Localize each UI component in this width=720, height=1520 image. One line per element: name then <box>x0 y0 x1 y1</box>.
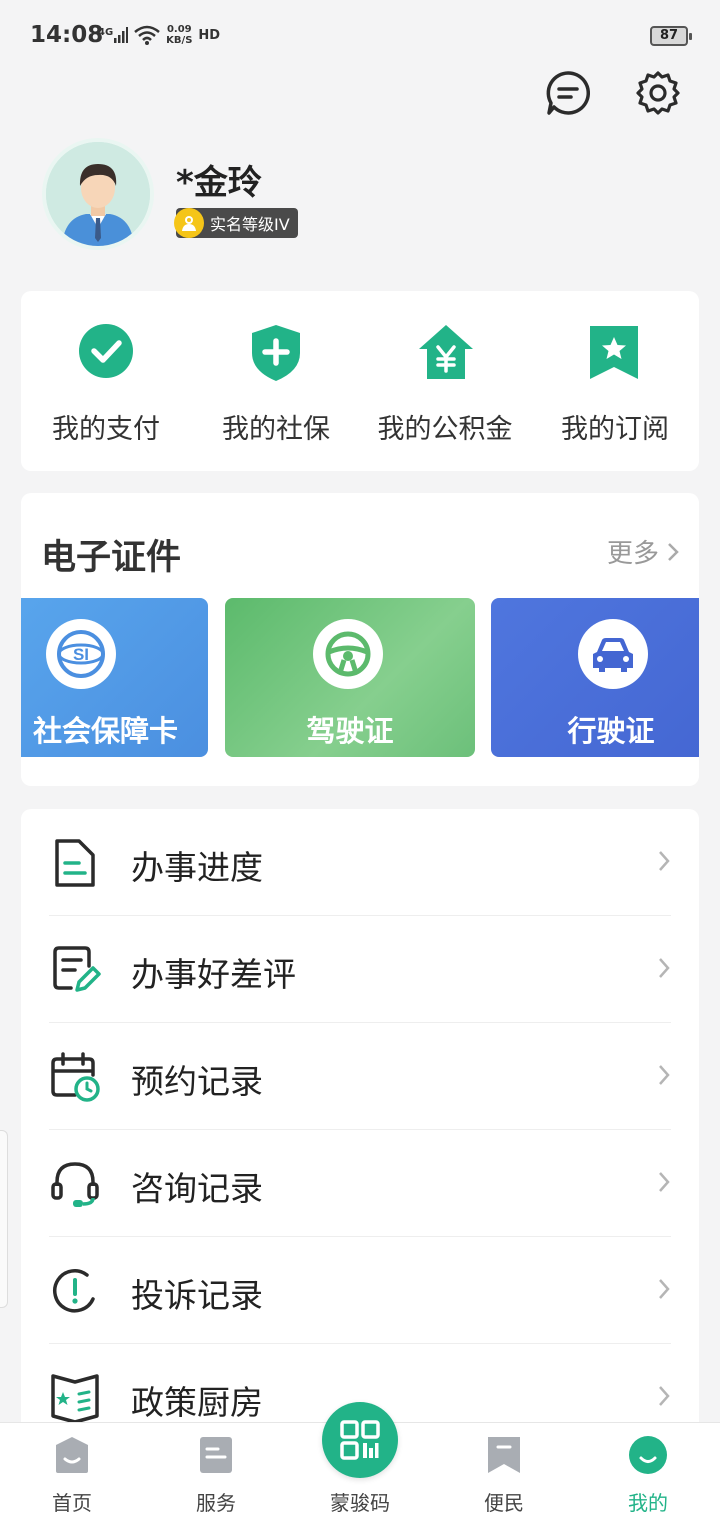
nav-label: 首页 <box>52 1491 92 1515</box>
status-icons: 4G 0.09 KB/S HD <box>98 24 220 46</box>
menu-item-label: 预约记录 <box>131 1062 263 1101</box>
menu-item-review[interactable]: 办事好差评 <box>21 916 699 1023</box>
menu-item-label: 办事好差评 <box>131 955 296 994</box>
quick-link-label: 我的支付 <box>52 414 160 445</box>
chevron-right-icon <box>668 542 679 561</box>
menu-item-appointments[interactable]: 预约记录 <box>21 1023 699 1130</box>
more-label: 更多 <box>606 539 659 569</box>
wifi-icon <box>134 25 160 45</box>
certificate-driver-license[interactable]: 驾驶证 <box>225 598 475 757</box>
battery-icon: 87 <box>650 26 692 46</box>
side-drawer-handle[interactable] <box>0 1130 8 1308</box>
certificate-social-security-card[interactable]: SI 社会保障卡 <box>21 598 208 757</box>
avatar-person-icon <box>46 142 150 246</box>
menu-item-progress[interactable]: 办事进度 <box>21 809 699 916</box>
bookmark-star-icon <box>590 326 638 379</box>
qr-code-icon <box>340 1420 380 1460</box>
services-menu-card: 办事进度 办事好差评 预约记录 咨询记录 投诉记录 政策厨房 <box>21 809 699 1449</box>
certificate-label: 社会保障卡 <box>32 714 178 748</box>
chevron-right-icon <box>659 1386 670 1406</box>
message-icon[interactable] <box>545 70 591 116</box>
shield-plus-icon <box>252 325 300 381</box>
quick-links-card: 我的支付 我的社保 我的公积金 我的订阅 <box>21 291 699 471</box>
menu-item-complaints[interactable]: 投诉记录 <box>21 1237 699 1344</box>
chevron-right-icon <box>659 1065 670 1085</box>
settings-icon[interactable] <box>635 70 681 116</box>
qr-code-button[interactable] <box>322 1402 398 1478</box>
nav-mine[interactable]: 我的 <box>576 1423 720 1520</box>
policy-book-icon <box>51 1374 99 1424</box>
headset-icon <box>51 1162 99 1207</box>
check-circle-icon <box>79 324 133 378</box>
quick-link-social-insurance[interactable]: 我的社保 <box>191 291 361 471</box>
nav-services[interactable]: 服务 <box>144 1423 288 1520</box>
document-icon <box>55 839 95 887</box>
menu-item-label: 投诉记录 <box>131 1276 263 1315</box>
service-icon <box>200 1437 232 1473</box>
nav-home[interactable]: 首页 <box>0 1423 144 1520</box>
steering-wheel-icon <box>313 619 383 689</box>
chevron-right-icon <box>659 958 670 978</box>
car-icon <box>578 619 648 689</box>
verified-user-icon <box>174 208 204 238</box>
quick-link-housing-fund[interactable]: 我的公积金 <box>360 291 530 471</box>
home-icon <box>56 1437 88 1473</box>
house-yen-icon <box>419 325 473 379</box>
avatar[interactable] <box>42 138 154 250</box>
verify-level-text: 实名等级IV <box>210 215 290 234</box>
nav-label: 便民 <box>484 1491 524 1515</box>
verify-level-badge[interactable]: 实名等级IV <box>174 208 298 238</box>
bookmark-icon <box>488 1437 520 1473</box>
quick-link-label: 我的公积金 <box>377 414 513 445</box>
menu-item-label: 咨询记录 <box>131 1169 263 1208</box>
user-name: *金玲 <box>176 163 262 203</box>
social-security-icon: SI <box>46 619 116 689</box>
hd-icon: HD <box>198 27 221 43</box>
certificate-vehicle-license[interactable]: 行驶证 <box>491 598 699 757</box>
chevron-right-icon <box>659 1279 670 1299</box>
speed-unit: KB/S <box>166 35 193 46</box>
status-time: 14:08 <box>30 22 104 48</box>
signal-icon: 4G <box>98 27 129 43</box>
certificates-title: 电子证件 <box>41 538 182 578</box>
certificate-label: 驾驶证 <box>306 714 394 748</box>
review-edit-icon <box>53 946 101 992</box>
menu-item-label: 办事进度 <box>131 848 263 887</box>
nav-label: 蒙骏码 <box>330 1491 390 1515</box>
quick-link-label: 我的社保 <box>222 414 330 445</box>
profile-icon <box>629 1436 667 1474</box>
quick-link-payment[interactable]: 我的支付 <box>21 291 191 471</box>
certificates-more-link[interactable]: 更多 <box>607 533 679 570</box>
certificate-label: 行驶证 <box>567 714 655 748</box>
nav-label: 服务 <box>196 1491 236 1515</box>
quick-link-label: 我的订阅 <box>561 414 669 445</box>
chevron-right-icon <box>659 1172 670 1192</box>
chevron-right-icon <box>659 851 670 871</box>
menu-item-consultations[interactable]: 咨询记录 <box>21 1130 699 1237</box>
status-bar: 14:08 4G 0.09 KB/S HD 87 <box>0 0 720 70</box>
certificates-card: 电子证件 更多 SI 社会保障卡 驾驶证 行驶证 <box>21 493 699 786</box>
quick-link-subscription[interactable]: 我的订阅 <box>530 291 700 471</box>
nav-label: 我的 <box>628 1491 668 1515</box>
menu-item-label: 政策厨房 <box>131 1383 263 1422</box>
svg-text:SI: SI <box>73 645 89 664</box>
calendar-clock-icon <box>51 1052 100 1102</box>
network-type: 4G <box>98 27 114 38</box>
nav-convenience[interactable]: 便民 <box>432 1423 576 1520</box>
speed-value: 0.09 <box>166 24 192 35</box>
alert-circle-icon <box>53 1269 95 1313</box>
network-speed: 0.09 KB/S <box>166 24 192 46</box>
